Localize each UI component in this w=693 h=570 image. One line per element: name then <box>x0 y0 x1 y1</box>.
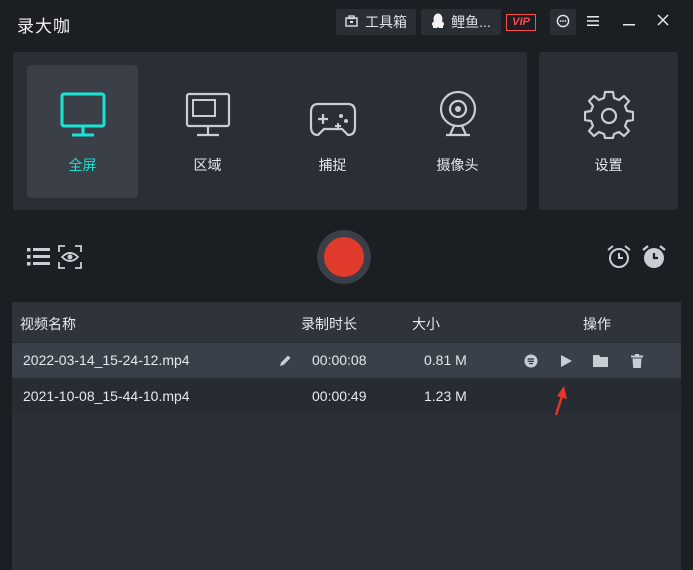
play-icon[interactable] <box>560 354 573 371</box>
settings-label: 设置 <box>594 157 623 173</box>
gamepad-icon <box>308 89 358 139</box>
header-actions: 操作 <box>583 316 611 332</box>
duration: 00:00:08 <box>312 352 367 368</box>
settings-panel: 设置 <box>539 52 678 210</box>
minimize-button[interactable] <box>616 9 642 35</box>
file-size: 0.81 M <box>424 352 467 368</box>
mode-fullscreen[interactable]: 全屏 <box>27 65 138 198</box>
feedback-button[interactable] <box>550 9 576 35</box>
menu-button[interactable] <box>580 9 606 35</box>
gear-icon <box>583 89 634 139</box>
delete-trash-icon[interactable] <box>631 354 643 371</box>
file-name: 2022-03-14_15-24-12.mp4 <box>23 352 190 368</box>
mode-capture[interactable]: 捕捉 <box>277 65 388 198</box>
chat-icon <box>556 14 570 31</box>
settings-button[interactable]: 设置 <box>553 65 664 198</box>
toolbox-icon <box>345 14 358 30</box>
close-button[interactable] <box>650 9 676 35</box>
mode-label: 区域 <box>193 157 222 173</box>
region-icon <box>184 89 232 139</box>
header-name: 视频名称 <box>20 316 76 332</box>
mode-label: 摄像头 <box>436 157 479 173</box>
record-mode-panel: 全屏 区域 捕捉 摄像头 <box>13 52 527 210</box>
record-dot-icon <box>324 237 364 277</box>
record-button[interactable] <box>317 230 371 284</box>
table-header: 视频名称 录制时长 大小 操作 <box>12 302 681 342</box>
mode-region[interactable]: 区域 <box>152 65 263 198</box>
app-title: 录大咖 <box>17 17 71 36</box>
mode-label: 捕捉 <box>318 157 347 173</box>
scheduled-alarm-icon[interactable] <box>641 244 667 275</box>
recordings-table: 视频名称 录制时长 大小 操作 2022-03-14_15-24-12.mp4 … <box>12 302 681 570</box>
convert-icon[interactable] <box>524 354 538 371</box>
user-button[interactable]: 鲤鱼... <box>421 9 501 35</box>
header-size: 大小 <box>412 316 440 332</box>
mode-webcam[interactable]: 摄像头 <box>402 65 513 198</box>
webcam-icon <box>436 89 480 139</box>
rename-pencil-icon[interactable] <box>278 354 292 371</box>
file-name: 2021-10-08_15-44-10.mp4 <box>23 388 190 404</box>
alarm-clock-icon[interactable] <box>606 244 632 275</box>
monitor-icon <box>59 89 107 139</box>
toolbox-button[interactable]: 工具箱 <box>336 9 416 35</box>
header-duration: 录制时长 <box>301 316 357 332</box>
vip-badge[interactable]: VIP <box>506 14 536 31</box>
list-view-icon[interactable] <box>27 247 50 272</box>
duration: 00:00:49 <box>312 388 367 404</box>
close-icon <box>657 13 669 31</box>
table-row[interactable]: 2022-03-14_15-24-12.mp4 00:00:08 0.81 M <box>12 343 681 378</box>
toolbox-label: 工具箱 <box>365 14 407 30</box>
empty-list-area <box>12 414 681 570</box>
annotation-arrow <box>553 384 569 421</box>
table-row[interactable]: 2021-10-08_15-44-10.mp4 00:00:49 1.23 M <box>12 379 681 414</box>
menu-icon <box>587 13 599 31</box>
folder-icon[interactable] <box>593 354 608 370</box>
file-size: 1.23 M <box>424 388 467 404</box>
preview-eye-icon[interactable] <box>58 245 82 274</box>
penguin-icon <box>431 13 445 32</box>
minimize-icon <box>623 13 635 31</box>
user-name: 鲤鱼... <box>451 14 491 30</box>
mode-label: 全屏 <box>68 157 97 173</box>
